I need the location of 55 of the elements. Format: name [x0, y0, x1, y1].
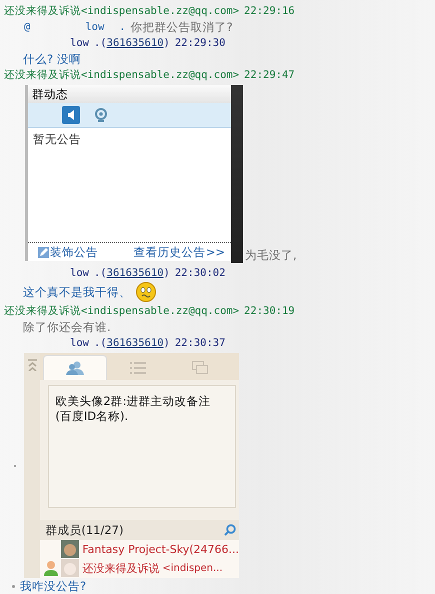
qq-number-link[interactable]: 361635610: [106, 37, 164, 49]
sender-id-prefix: .(: [94, 337, 107, 349]
message-time: 22:29:47: [244, 69, 295, 81]
sender-name: low: [70, 267, 89, 279]
sender-id-prefix: .(: [94, 267, 107, 279]
speaker-tab[interactable]: [62, 106, 80, 124]
pencil-icon: [38, 246, 49, 258]
members-tab[interactable]: [43, 354, 108, 380]
members-label: 群成员: [45, 522, 82, 538]
message-time: 22:30:37: [174, 337, 226, 349]
people-icon: [66, 360, 84, 375]
message-text: 除了你还会有谁.: [23, 320, 111, 334]
message-time: 22:30:02: [174, 267, 226, 279]
message-text: 你把群公告取消了?: [130, 20, 233, 34]
qq-number-link[interactable]: 361635610: [106, 267, 164, 279]
member-row[interactable]: Fantasy Project-Sky(24766...: [40, 540, 239, 559]
member-name: 还没来得及诉说: [82, 560, 160, 576]
mention-dot: .: [119, 21, 126, 33]
windows-icon: [192, 361, 208, 374]
camera-tab[interactable]: [92, 106, 110, 124]
sender-name: low: [70, 337, 89, 349]
message-text: 这个真不是我干得、: [23, 284, 131, 300]
qq-number-link[interactable]: 361635610: [106, 337, 164, 349]
sender-name: 还没来得及诉说<indispensable.zz@qq.com>: [4, 68, 240, 82]
mention-sign: @: [24, 21, 30, 33]
sender-name: 还没来得及诉说<indispensable.zz@qq.com>: [4, 4, 240, 18]
message-text: 我咋没公告?: [20, 578, 86, 594]
member-name: Fantasy Project-Sky(24766...: [82, 542, 239, 556]
member-row[interactable]: 还没来得及诉说 <indispen...: [40, 558, 239, 578]
sender-id-suffix: ): [164, 337, 170, 349]
mention-name: low: [85, 21, 104, 33]
panel-title: 群动态: [32, 86, 68, 102]
sender-id-suffix: ): [164, 37, 170, 49]
list-icon: [130, 362, 146, 374]
message-text: 什么? 没啊: [23, 52, 81, 66]
sender-id-suffix: ): [164, 267, 170, 279]
avatar-icon: [61, 540, 80, 558]
speaker-icon: [65, 109, 77, 121]
members-count: (11/27): [81, 522, 124, 538]
sender-name: 还没来得及诉说<indispensable.zz@qq.com>: [4, 304, 240, 318]
webcam-icon: [94, 108, 108, 122]
message-time: 22:30:19: [244, 305, 295, 317]
group-notice: 欧美头像2群:进群主动改备注(百度ID名称).: [55, 394, 211, 423]
collapse-icon[interactable]: [28, 359, 37, 371]
sender-name: low: [70, 37, 89, 49]
search-icon[interactable]: [224, 524, 236, 536]
member-id: <indispen...: [162, 562, 223, 574]
history-link[interactable]: 查看历史公告>>: [134, 244, 225, 260]
decorate-link[interactable]: 装饰公告: [38, 244, 98, 260]
announcement-text: 暂无公告: [33, 132, 81, 146]
message-text: 为毛没了,: [245, 248, 297, 263]
avatar-icon: [61, 559, 80, 578]
message-time: 22:29:30: [174, 37, 226, 49]
sender-id-prefix: .(: [94, 37, 107, 49]
message-time: 22:29:16: [244, 5, 295, 17]
